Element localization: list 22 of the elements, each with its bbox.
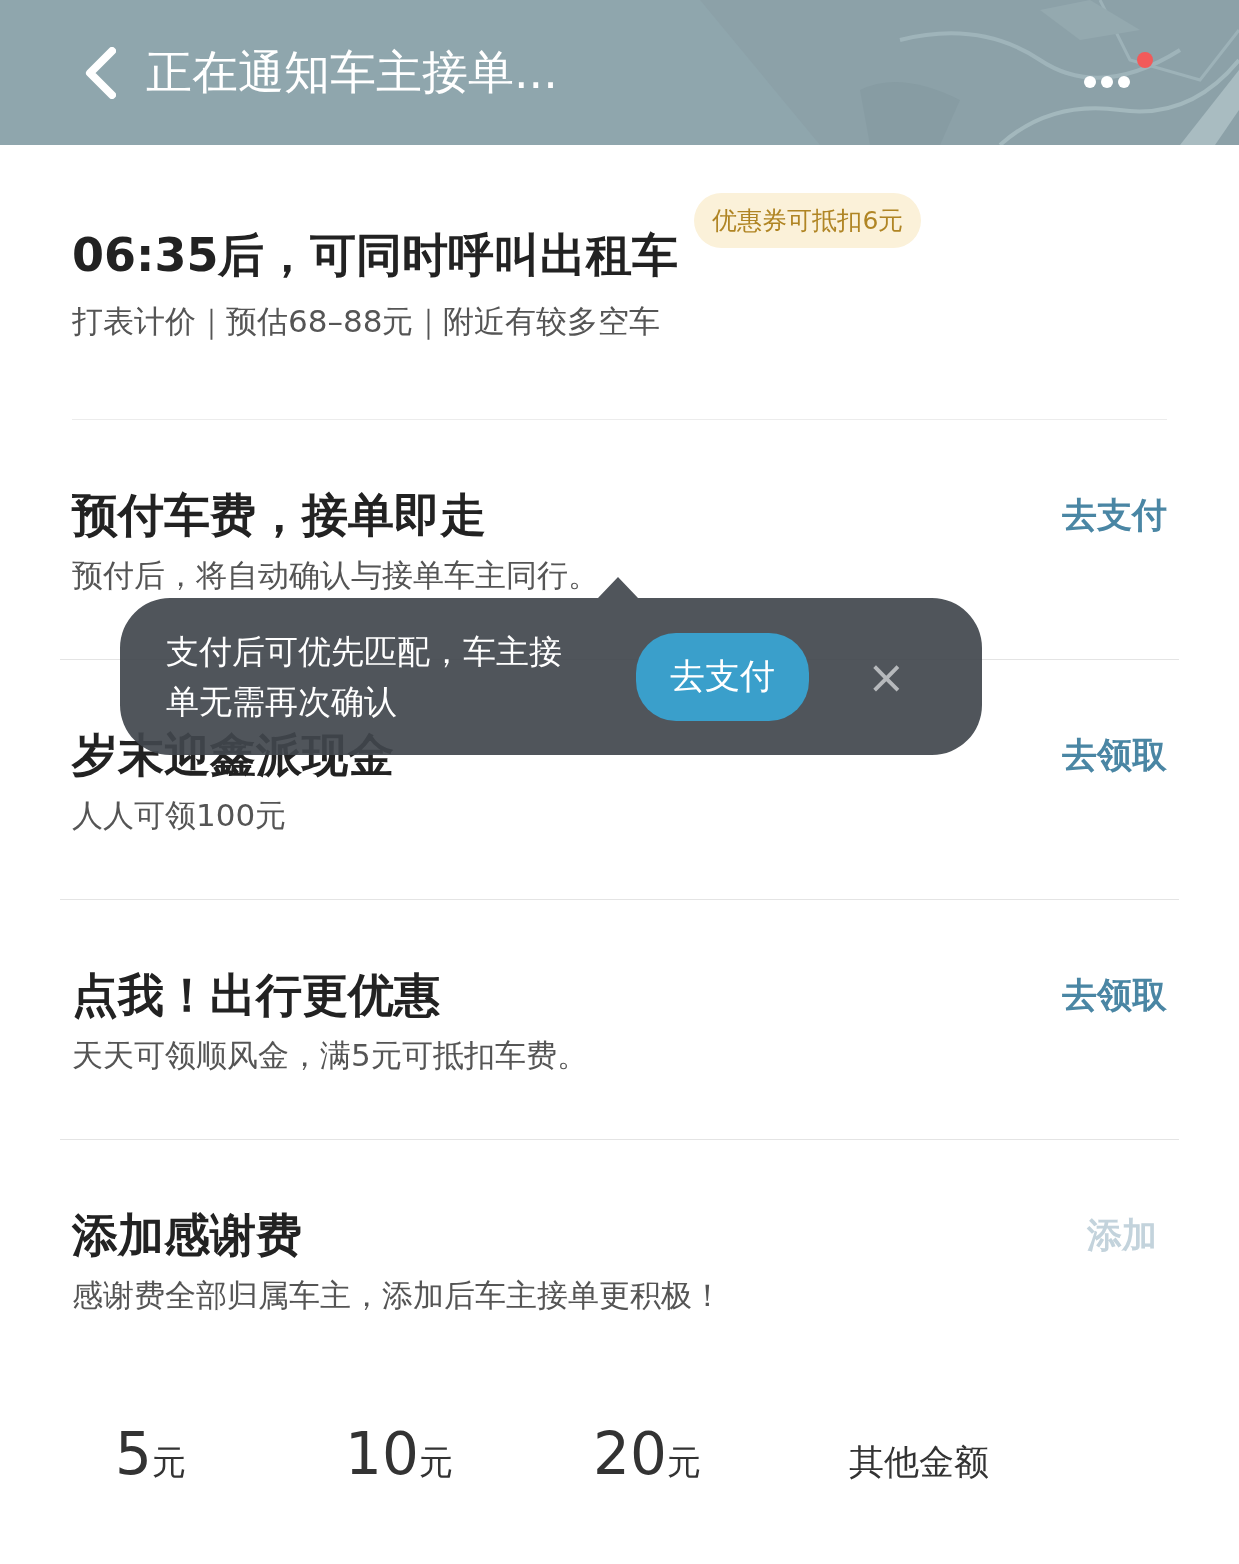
page-title: 正在通知车主接单... bbox=[146, 43, 558, 101]
pay-button[interactable]: 去支付 bbox=[636, 632, 809, 721]
section-title: 添加感谢费 bbox=[72, 1207, 302, 1264]
close-button[interactable]: × bbox=[867, 653, 906, 700]
amount-option[interactable]: 5元 bbox=[115, 1420, 345, 1488]
fare-details: 打表计价｜预估68–88元｜附近有较多空车 bbox=[72, 303, 662, 339]
amount-option[interactable]: 20元 bbox=[593, 1420, 849, 1488]
action-link[interactable]: 去支付 bbox=[1062, 491, 1167, 539]
section-title: 点我！出行更优惠 bbox=[72, 967, 440, 1024]
section-subtitle: 感谢费全部归属车主，添加后车主接单更积极！ bbox=[72, 1277, 724, 1313]
section-subtitle: 预付后，将自动确认与接单车主同行。 bbox=[72, 557, 600, 593]
amount-option[interactable]: 其他金额 bbox=[849, 1439, 1149, 1486]
action-link[interactable]: 去领取 bbox=[1062, 971, 1167, 1019]
action-link[interactable]: 去领取 bbox=[1062, 731, 1167, 779]
tooltip-text: 支付后可优先匹配，车主接单无需再次确认 bbox=[166, 630, 563, 723]
taxi-title: 06:35后，可同时呼叫出租车 bbox=[72, 227, 679, 284]
back-icon[interactable] bbox=[84, 46, 116, 99]
section-title: 预付车费，接单即走 bbox=[72, 487, 486, 544]
section-subtitle: 天天可领顺风金，满5元可抵扣车费。 bbox=[72, 1037, 589, 1073]
amount-option[interactable]: 10元 bbox=[345, 1420, 593, 1488]
section-subtitle: 人人可领100元 bbox=[72, 797, 288, 833]
coupon-badge: 优惠券可抵扣6元 bbox=[694, 193, 922, 248]
